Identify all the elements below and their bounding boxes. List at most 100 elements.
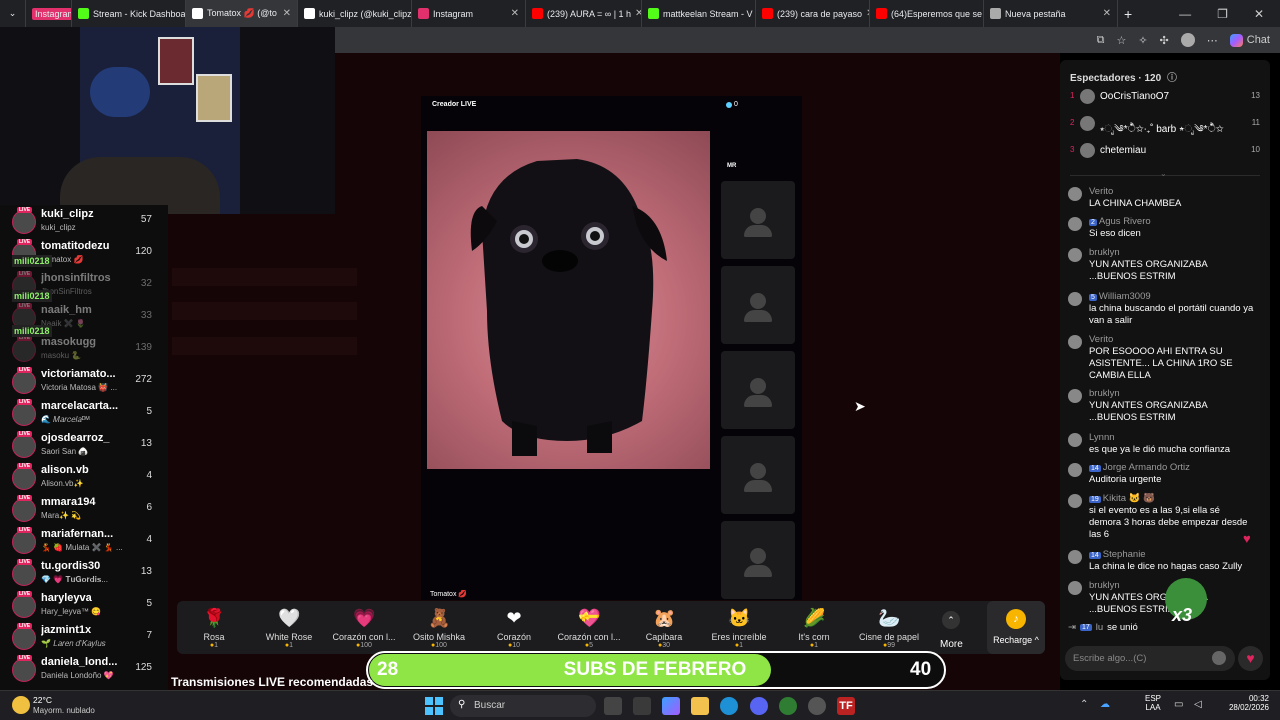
- emoji-icon[interactable]: [1212, 651, 1226, 665]
- avatar: [12, 402, 36, 426]
- gift-item[interactable]: 💝 Corazón con l... ●5: [552, 601, 626, 654]
- recharge-button[interactable]: ♪ Recharge ^: [987, 601, 1045, 654]
- bookmark-star-icon[interactable]: ☆: [1116, 34, 1126, 47]
- browser-tab[interactable]: Tomatox 💋 (@to ✕: [186, 0, 298, 27]
- streamer-name: alison.vb: [41, 464, 89, 476]
- steam-icon[interactable]: [808, 697, 826, 715]
- viewer-counter: 0: [726, 101, 738, 108]
- browser-tab[interactable]: (64)Esperemos que se✕: [870, 0, 984, 27]
- following-item[interactable]: LIVE mariafernan... 💃 🍓 Mulata ✖️ 💃 ... 4: [0, 525, 168, 557]
- tab-label: Instagram: [433, 8, 474, 19]
- browser-tab[interactable]: (239) cara de payaso✕: [756, 0, 870, 27]
- guest-slot[interactable]: [721, 266, 795, 344]
- install-app-icon[interactable]: ⧉: [1097, 34, 1105, 47]
- guest-slot[interactable]: [721, 351, 795, 429]
- tab-close-icon[interactable]: ✕: [1103, 8, 1111, 19]
- overlay-user-tag: mili0218: [12, 255, 52, 267]
- info-icon[interactable]: ⓘ: [1167, 73, 1177, 84]
- gift-item[interactable]: 🐱 Eres increíble ●1: [702, 601, 776, 654]
- tab-favicon-icon: [304, 8, 315, 19]
- chevron-down-icon: ⌄: [8, 8, 17, 18]
- tab-label: Stream - Kick Dashboa: [93, 8, 186, 19]
- gift-item[interactable]: 🌹 Rosa ●1: [177, 601, 251, 654]
- taskbar-search[interactable]: ⚲ Buscar: [450, 695, 596, 717]
- windows-start-icon[interactable]: [425, 697, 443, 715]
- following-item[interactable]: LIVE alison.vb Alison.vb✨ 4: [0, 461, 168, 493]
- language-indicator[interactable]: ESP LAA: [1145, 694, 1161, 712]
- gift-item[interactable]: 🦢 Cisne de papel ●99: [852, 601, 926, 654]
- clock[interactable]: 00:32 28/02/2026: [1225, 694, 1269, 712]
- extensions-icon[interactable]: ✧: [1138, 34, 1147, 47]
- gift-item[interactable]: 💗 Corazón con l... ●100: [327, 601, 401, 654]
- browser-tab[interactable]: Instagram ✕: [412, 0, 526, 27]
- host-name: Tomatox 💋: [430, 591, 468, 598]
- chat-input[interactable]: Escribe algo...(C): [1065, 646, 1235, 671]
- browser-tab[interactable]: mattkeelan Stream - V✕: [642, 0, 756, 27]
- like-button[interactable]: ♥: [1238, 646, 1263, 671]
- following-item[interactable]: LIVE daniela_lond... Daniela Londoño 💖 125: [0, 653, 168, 685]
- viewer-count: 4: [146, 470, 152, 481]
- gift-item[interactable]: 🐹 Capibara ●30: [627, 601, 701, 654]
- following-item[interactable]: LIVE haryleyva Hary_leyva™ 😋 5: [0, 589, 168, 621]
- gift-price: ●1: [734, 642, 744, 649]
- discord-icon[interactable]: [750, 697, 768, 715]
- following-item[interactable]: LIVE kuki_clipz kuki_clipz 57: [0, 205, 168, 237]
- app-icon[interactable]: [779, 697, 797, 715]
- level-badge: 5: [1089, 294, 1097, 301]
- chevron-up-icon[interactable]: ⌃: [1080, 699, 1088, 710]
- restore-icon[interactable]: ❐: [1217, 7, 1228, 21]
- following-item[interactable]: LIVE mmara194 Mara✨ 💫 6: [0, 493, 168, 525]
- cloud-icon[interactable]: ☁: [1100, 699, 1110, 710]
- following-item[interactable]: LIVE victoriamato... Victoria Matosa 👹 ...…: [0, 365, 168, 397]
- chat-button[interactable]: Chat: [1229, 33, 1270, 47]
- following-item[interactable]: LIVE tu.gordis30 💎 💗 𝐓𝐮𝐆𝐨𝐫𝐝𝐢𝐬... 13: [0, 557, 168, 589]
- tab-search-button[interactable]: ⌄: [0, 0, 26, 27]
- webcam-overlay: [0, 27, 335, 214]
- browser-tab[interactable]: Nueva pestaña ✕: [984, 0, 1118, 27]
- chevron-down-icon[interactable]: ⌄: [1160, 169, 1167, 178]
- avatar: [12, 498, 36, 522]
- more-gifts-button[interactable]: More: [940, 639, 963, 650]
- copilot-taskbar-icon[interactable]: [662, 697, 680, 715]
- browser-tab[interactable]: kuki_clipz (@kuki_clipz✕: [298, 0, 412, 27]
- minimize-icon[interactable]: —: [1179, 7, 1191, 21]
- gift-item[interactable]: ❤ Corazón ●10: [477, 601, 551, 654]
- following-item[interactable]: LIVE marcelacarta... 🌊 𝑀𝑎𝑟𝑐𝑒𝑙𝑎ᴰᴹ 5: [0, 397, 168, 429]
- chat-username: Verito: [1089, 334, 1114, 345]
- volume-icon[interactable]: ◁: [1194, 699, 1202, 710]
- new-tab-button[interactable]: +: [1118, 0, 1138, 27]
- top-viewer[interactable]: 3 chetemiau 10: [1070, 141, 1260, 161]
- close-window-icon[interactable]: ✕: [1254, 7, 1264, 21]
- browser-tab[interactable]: (239) AURA = ∞ | 1 h✕: [526, 0, 642, 27]
- top-viewer[interactable]: 1 OoCrisTianoO7 13: [1070, 87, 1260, 107]
- network-icon[interactable]: ▭: [1174, 699, 1183, 710]
- following-item[interactable]: LIVE jazmint1x 🌱 𝐿𝑎𝑟𝑒𝑛 𝑑'𝐾𝑎𝑦𝑙𝑢𝑠 7: [0, 621, 168, 653]
- tab-close-icon[interactable]: ✕: [635, 8, 641, 19]
- task-view-icon[interactable]: [604, 697, 622, 715]
- tab-close-icon[interactable]: ✕: [283, 8, 291, 19]
- edge-icon[interactable]: [720, 697, 738, 715]
- spiderman-poster: [158, 37, 194, 85]
- file-explorer-icon[interactable]: [691, 697, 709, 715]
- gift-item[interactable]: 🌽 It's corn ●1: [777, 601, 851, 654]
- guest-slot[interactable]: [721, 436, 795, 514]
- widgets-icon[interactable]: [633, 697, 651, 715]
- streamer-nickname: kuki_clipz: [41, 223, 76, 232]
- tiktok-studio-icon[interactable]: TF: [837, 697, 855, 715]
- browser-tab[interactable]: Instagram: [26, 0, 72, 27]
- chevron-up-icon[interactable]: ⌃: [942, 611, 960, 629]
- following-item[interactable]: LIVE masokugg masoku 🐍 139: [0, 333, 168, 365]
- guest-slot[interactable]: [721, 521, 795, 599]
- gift-item[interactable]: 🤍 White Rose ●1: [252, 601, 326, 654]
- menu-icon[interactable]: ⋯: [1207, 34, 1218, 47]
- top-viewer[interactable]: 2 ⭒ೃ༄*ੈ✩‧₊˚ barb ⭒ೃ༄*ੈ✩ 11: [1070, 114, 1260, 135]
- puzzle-icon[interactable]: ✣: [1160, 34, 1169, 47]
- weather-icon[interactable]: [12, 696, 30, 714]
- profile-avatar[interactable]: [1180, 33, 1195, 47]
- chat-text: YUN ANTES ORGANIZABA ...BUENOS ESTRIM: [1089, 259, 1208, 282]
- following-item[interactable]: LIVE ojosdearroz_ Saori San 🍙 13: [0, 429, 168, 461]
- guest-slot[interactable]: [721, 181, 795, 259]
- tab-close-icon[interactable]: ✕: [511, 8, 519, 19]
- gift-item[interactable]: 🧸 Osito Mishka ●100: [402, 601, 476, 654]
- browser-tab[interactable]: Stream - Kick Dashboa✕: [72, 0, 186, 27]
